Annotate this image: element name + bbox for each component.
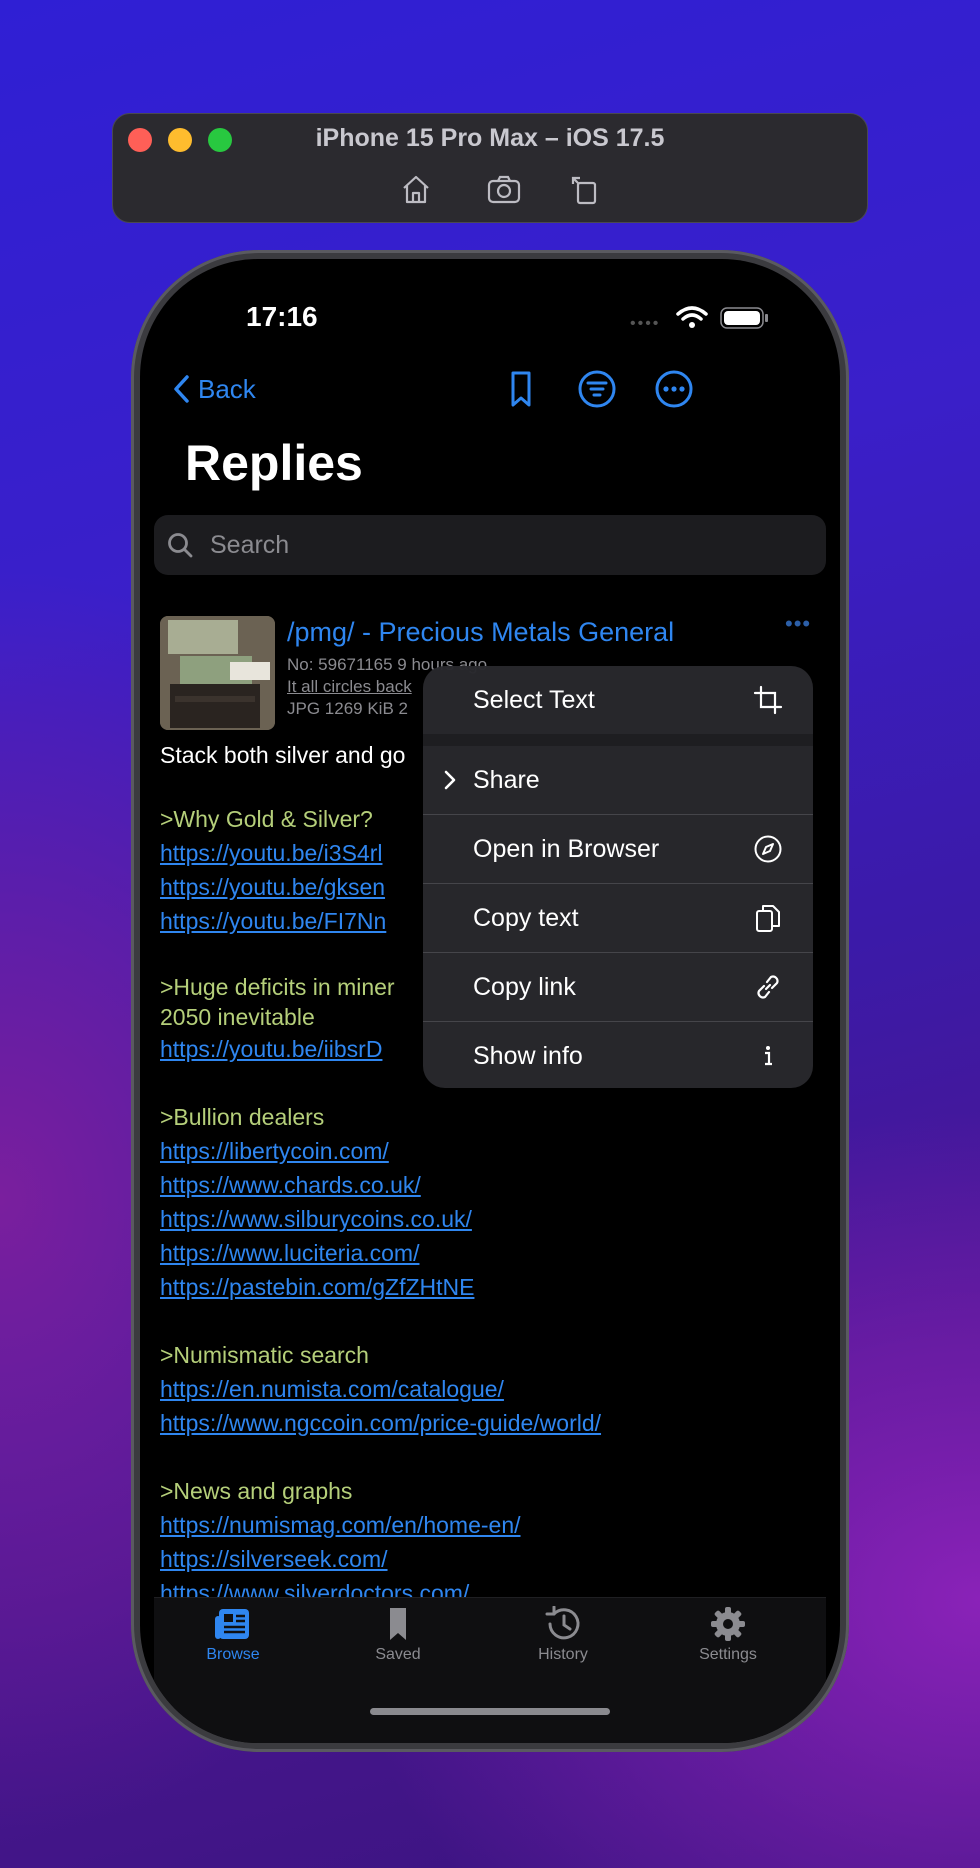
tab-saved[interactable]: Saved	[338, 1606, 458, 1664]
post-more-icon[interactable]: •••	[785, 611, 811, 637]
bookmark-icon[interactable]	[501, 369, 541, 409]
open-in-browser-menu-item[interactable]: Open in Browser	[423, 815, 813, 883]
copy-link-menu-item[interactable]: Copy link	[423, 953, 813, 1021]
tab-browse-label: Browse	[206, 1646, 260, 1663]
show-info-menu-item[interactable]: Show info	[423, 1022, 813, 1088]
status-time: 17:16	[246, 301, 318, 332]
chevron-left-icon	[174, 375, 189, 403]
copy-text-menu-item[interactable]: Copy text	[423, 884, 813, 952]
post-link[interactable]: https://en.numista.com/catalogue/	[160, 1372, 800, 1406]
bookmark-fill-icon	[390, 1608, 406, 1640]
tab-bar: Browse Saved History Settings	[154, 1597, 826, 1743]
open-in-browser-label: Open in Browser	[473, 834, 660, 863]
compass-icon	[754, 835, 782, 863]
search-icon	[168, 533, 193, 558]
post-link[interactable]: https://www.ngccoin.com/price-guide/worl…	[160, 1406, 800, 1440]
rotate-icon[interactable]	[568, 172, 604, 206]
home-icon[interactable]	[398, 172, 434, 206]
crop-icon	[753, 685, 783, 715]
wifi-icon	[676, 305, 708, 334]
post-title[interactable]: /pmg/ - Precious Metals General	[287, 617, 674, 648]
home-indicator[interactable]	[370, 1708, 610, 1715]
tab-settings[interactable]: Settings	[668, 1606, 788, 1664]
post-link[interactable]: https://www.chards.co.uk/	[160, 1168, 800, 1202]
battery-icon	[720, 307, 770, 334]
post-subject[interactable]: It all circles back	[287, 677, 412, 697]
signal-icon: ••••	[630, 315, 661, 332]
back-button[interactable]: Back	[172, 369, 256, 409]
select-text-label: Select Text	[473, 685, 595, 714]
post-link[interactable]: https://www.silburycoins.co.uk/	[160, 1202, 800, 1236]
post-file-info: JPG 1269 KiB 2	[287, 699, 408, 718]
post-link[interactable]: https://numismag.com/en/home-en/	[160, 1508, 800, 1542]
copy-text-label: Copy text	[473, 903, 579, 932]
post-link[interactable]: https://pastebin.com/gZfZHtNE	[160, 1270, 800, 1304]
quote-heading: >News and graphs	[160, 1478, 353, 1504]
more-icon[interactable]	[654, 369, 694, 409]
info-icon	[765, 1046, 772, 1066]
tab-history-label: History	[538, 1646, 588, 1663]
share-menu-item[interactable]: Share	[423, 746, 813, 814]
copy-icon	[756, 905, 780, 932]
screenshot-icon[interactable]	[486, 172, 522, 206]
back-label: Back	[198, 373, 256, 404]
post-link[interactable]: https://libertycoin.com/	[160, 1134, 800, 1168]
link-icon	[757, 975, 779, 999]
quote-heading: >Numismatic search	[160, 1342, 369, 1368]
copy-link-label: Copy link	[473, 972, 576, 1001]
filter-icon[interactable]	[577, 369, 617, 409]
gear-icon	[711, 1607, 745, 1641]
tab-browse[interactable]: Browse	[173, 1606, 293, 1664]
tab-settings-label: Settings	[699, 1646, 757, 1663]
post-thumbnail[interactable]	[160, 616, 275, 730]
search-input[interactable]	[208, 529, 792, 561]
select-text-menu-item[interactable]: Select Text	[423, 666, 813, 734]
post-link[interactable]: https://www.luciteria.com/	[160, 1236, 800, 1270]
post-link[interactable]: https://silverseek.com/	[160, 1542, 800, 1576]
search-bar[interactable]	[154, 515, 826, 575]
menu-group-separator	[423, 734, 813, 746]
context-menu: Select Text Share Open in Browser Copy t…	[423, 666, 813, 1088]
page-title: Replies	[185, 435, 363, 491]
tab-saved-label: Saved	[375, 1646, 421, 1663]
simulator-title: iPhone 15 Pro Max – iOS 17.5	[315, 124, 665, 152]
share-label: Share	[473, 765, 540, 794]
show-info-label: Show info	[473, 1041, 583, 1070]
chevron-right-icon	[444, 770, 456, 790]
quote-heading: >Bullion dealers	[160, 1104, 325, 1130]
history-icon	[545, 1606, 580, 1640]
tab-history[interactable]: History	[503, 1606, 623, 1664]
device-screen: 17:16 •••• Back Replies /pmg/ - Preci	[140, 259, 840, 1743]
newspaper-icon	[215, 1609, 249, 1639]
